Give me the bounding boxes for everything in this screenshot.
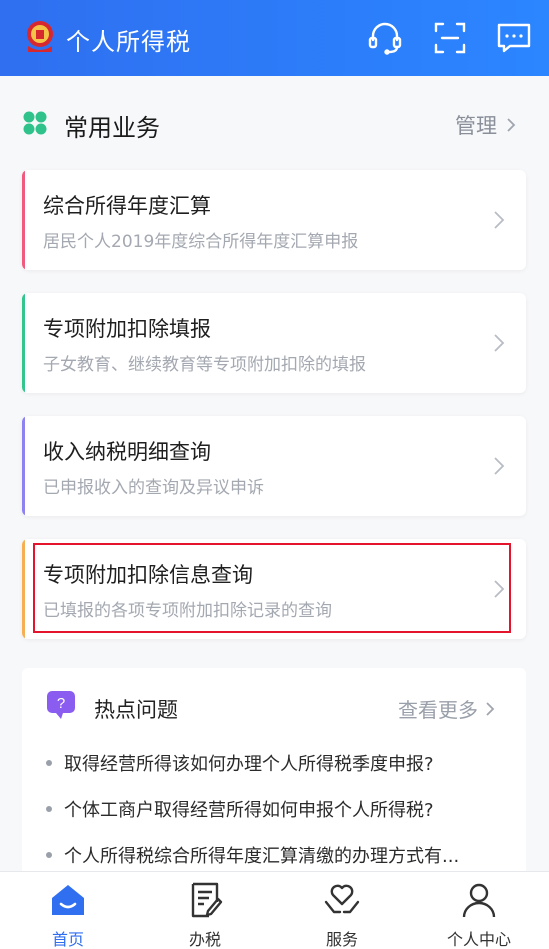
question-text: 个体工商户取得经营所得如何申报个人所得税? <box>64 800 434 821</box>
question-text: 个人所得税综合所得年度汇算清缴的办理方式有... <box>64 846 460 867</box>
grid-icon <box>23 111 47 135</box>
card-title: 综合所得年度汇算 <box>43 194 211 218</box>
chevron-right-icon <box>494 457 505 475</box>
card-accent-bar <box>22 416 25 516</box>
chevron-right-icon <box>494 334 505 352</box>
hot-question-item[interactable]: 个体工商户取得经营所得如何申报个人所得税? <box>46 796 434 822</box>
home-icon <box>52 885 84 915</box>
tab-tax[interactable]: 办税 <box>155 880 255 949</box>
card-special-deduction-fill[interactable]: 专项附加扣除填报 子女教育、继续教育等专项附加扣除的填报 <box>22 293 526 393</box>
card-accent-bar <box>22 539 25 639</box>
card-annual-reconciliation[interactable]: 综合所得年度汇算 居民个人2019年度综合所得年度汇算申报 <box>22 170 526 270</box>
tab-label: 服务 <box>325 930 358 949</box>
scan-icon[interactable] <box>432 20 468 56</box>
heart-hands-icon <box>324 884 360 914</box>
manage-label: 管理 <box>455 114 497 138</box>
edit-document-icon <box>191 882 223 918</box>
see-more-link[interactable]: 查看更多 <box>398 694 498 723</box>
chevron-right-icon <box>507 118 516 132</box>
tab-home[interactable]: 首页 <box>18 880 118 949</box>
card-title: 专项附加扣除填报 <box>43 317 211 341</box>
app-header: 个人所得税 <box>0 0 549 76</box>
card-title: 专项附加扣除信息查询 <box>43 563 253 587</box>
card-subtitle: 子女教育、继续教育等专项附加扣除的填报 <box>43 355 366 375</box>
card-title: 收入纳税明细查询 <box>43 440 211 464</box>
section-title: 常用业务 <box>64 114 160 142</box>
tab-label: 个人中心 <box>446 930 511 949</box>
bottom-tab-bar: 首页 办税 服务 个人中心 <box>0 871 549 949</box>
card-special-deduction-query[interactable]: 专项附加扣除信息查询 已填报的各项专项附加扣除记录的查询 <box>22 539 526 639</box>
hot-question-item[interactable]: 取得经营所得该如何办理个人所得税季度申报? <box>46 750 434 776</box>
tab-service[interactable]: 服务 <box>292 880 392 949</box>
question-text: 取得经营所得该如何办理个人所得税季度申报? <box>64 754 434 775</box>
tab-label: 办税 <box>188 930 221 949</box>
chevron-right-icon <box>494 580 505 598</box>
chevron-right-icon <box>494 211 505 229</box>
message-icon[interactable] <box>496 20 532 56</box>
common-services-header: 常用业务 管理 <box>0 96 549 150</box>
app-title: 个人所得税 <box>66 28 191 56</box>
tab-personal-center[interactable]: 个人中心 <box>429 880 529 949</box>
tab-label: 首页 <box>51 930 84 949</box>
question-bubble-icon: ? <box>47 691 75 719</box>
see-more-label: 查看更多 <box>398 698 478 722</box>
card-subtitle: 已填报的各项专项附加扣除记录的查询 <box>43 601 332 621</box>
customer-service-icon[interactable] <box>367 20 403 56</box>
bullet-dot <box>46 852 52 858</box>
card-income-tax-detail-query[interactable]: 收入纳税明细查询 已申报收入的查询及异议申诉 <box>22 416 526 516</box>
svg-text:?: ? <box>57 695 65 712</box>
card-subtitle: 已申报收入的查询及异议申诉 <box>43 478 264 498</box>
user-icon <box>462 883 496 918</box>
hot-question-item[interactable]: 个人所得税综合所得年度汇算清缴的办理方式有... <box>46 842 459 868</box>
card-accent-bar <box>22 293 25 393</box>
manage-button[interactable]: 管理 <box>455 110 519 140</box>
card-subtitle: 居民个人2019年度综合所得年度汇算申报 <box>43 232 359 252</box>
tax-emblem-icon <box>27 21 53 52</box>
chevron-right-icon <box>486 701 495 716</box>
hot-questions-panel: ? 热点问题 查看更多 取得经营所得该如何办理个人所得税季度申报? 个体工商户取… <box>22 668 526 878</box>
bullet-dot <box>46 806 52 812</box>
hot-title: 热点问题 <box>94 698 178 722</box>
bullet-dot <box>46 760 52 766</box>
card-accent-bar <box>22 170 25 270</box>
